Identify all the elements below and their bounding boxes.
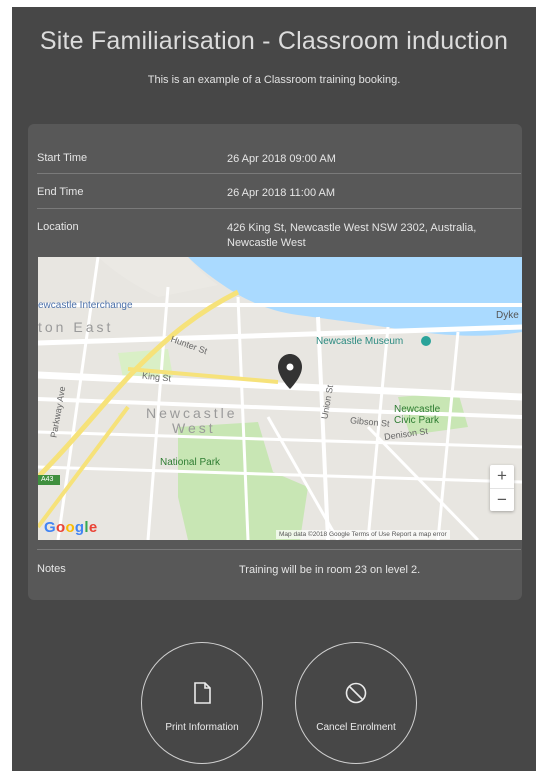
- zoom-in-button[interactable]: +: [490, 465, 514, 488]
- start-time-label: Start Time: [37, 152, 88, 164]
- booking-details-card: Start Time 26 Apr 2018 09:00 AM End Time…: [28, 124, 522, 600]
- print-information-button[interactable]: Print Information: [141, 642, 263, 764]
- booking-panel: Site Familiarisation - Classroom inducti…: [12, 7, 536, 771]
- notes-value: Training will be in room 23 on level 2.: [239, 564, 421, 576]
- map-label-dyke: Dyke: [496, 310, 519, 321]
- museum-marker-icon: [421, 336, 431, 346]
- map-label-east: ton East: [38, 319, 114, 335]
- map-label-west: West: [172, 420, 216, 436]
- cancel-enrolment-label: Cancel Enrolment: [316, 722, 396, 733]
- print-information-label: Print Information: [165, 722, 239, 733]
- page-title: Site Familiarisation - Classroom inducti…: [39, 27, 509, 55]
- divider: [37, 549, 521, 550]
- location-suburb: Newcastle West: [227, 237, 306, 249]
- end-time-label: End Time: [37, 186, 84, 198]
- notes-label: Notes: [37, 563, 66, 575]
- map-label-interchange: ewcastle Interchange: [38, 300, 133, 311]
- zoom-out-button[interactable]: −: [490, 488, 514, 512]
- road-shield-label: A43: [41, 476, 54, 483]
- map-zoom-controls: + −: [490, 465, 514, 511]
- location-value: 426 King St, Newcastle West NSW 2302, Au…: [227, 221, 519, 251]
- map-label-newcastle: Newcastle: [146, 405, 238, 421]
- cancel-enrolment-button[interactable]: Cancel Enrolment: [295, 642, 417, 764]
- map-attribution[interactable]: Map data ©2018 Google Terms of Use Repor…: [276, 530, 450, 539]
- page-subtitle: This is an example of a Classroom traini…: [147, 74, 401, 86]
- location-label: Location: [37, 221, 79, 233]
- map-label-museum: Newcastle Museum: [316, 336, 404, 347]
- map-label-civic-park: Newcastle Civic Park: [394, 404, 441, 426]
- start-time-value: 26 Apr 2018 09:00 AM: [227, 153, 336, 165]
- location-address: 426 King St, Newcastle West NSW 2302, Au…: [227, 222, 477, 234]
- prohibited-icon: [345, 682, 367, 704]
- location-map[interactable]: ewcastle Interchange ton East Newcastle …: [38, 257, 522, 540]
- divider: [37, 173, 521, 174]
- map-label-national-park: National Park: [160, 457, 221, 468]
- document-icon: [194, 682, 211, 704]
- google-logo: Google: [44, 519, 98, 536]
- divider: [37, 208, 521, 209]
- end-time-value: 26 Apr 2018 11:00 AM: [227, 187, 336, 199]
